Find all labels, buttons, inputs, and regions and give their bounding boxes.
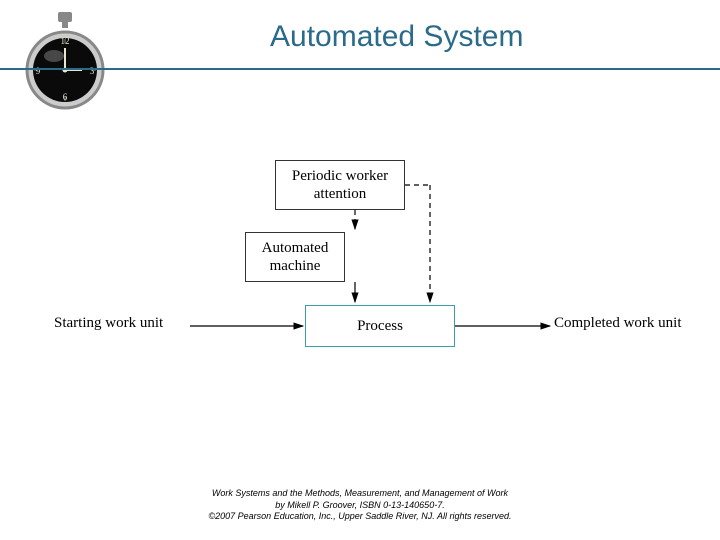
periodic-label: Periodic workerattention: [292, 167, 388, 203]
stopwatch-icon: 12 3 6 9: [20, 12, 110, 117]
automated-system-diagram: Periodic workerattention Automatedmachin…: [0, 150, 720, 450]
footer-line-2: by Mikell P. Groover, ISBN 0-13-140650-7…: [0, 500, 720, 511]
process-label: Process: [357, 317, 403, 335]
process-box: Process: [305, 305, 455, 347]
footer-citation: Work Systems and the Methods, Measuremen…: [0, 488, 720, 522]
footer-line-3: ©2007 Pearson Education, Inc., Upper Sad…: [0, 511, 720, 522]
page-title: Automated System: [270, 20, 523, 54]
header-divider: [0, 68, 720, 70]
header: 12 3 6 9 Automated System: [0, 0, 720, 110]
automated-machine-box: Automatedmachine: [245, 232, 345, 282]
completed-work-unit-label: Completed work unit: [554, 315, 682, 332]
starting-work-unit-label: Starting work unit: [54, 315, 163, 332]
automated-label: Automatedmachine: [262, 239, 329, 275]
periodic-worker-attention-box: Periodic workerattention: [275, 160, 405, 210]
footer-line-1: Work Systems and the Methods, Measuremen…: [0, 488, 720, 499]
